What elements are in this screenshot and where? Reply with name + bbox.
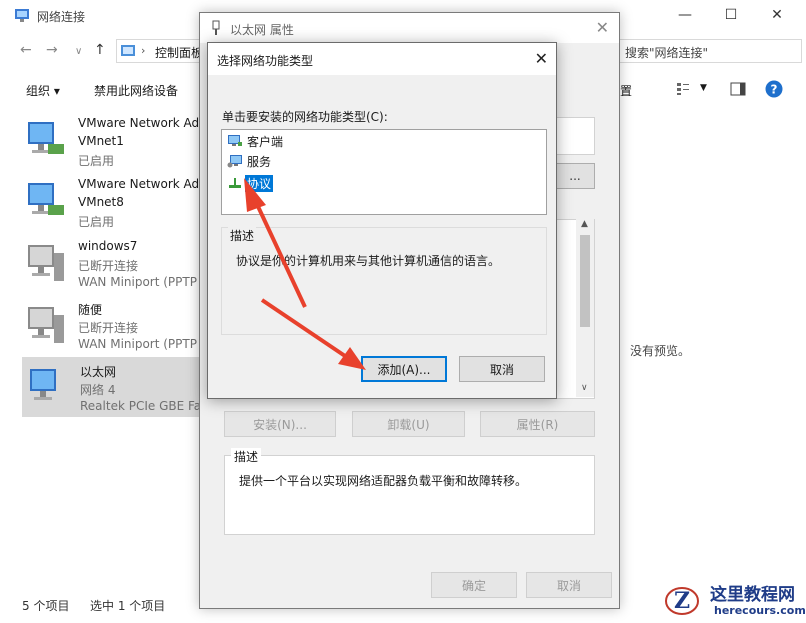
watermark-logo: Z [665,587,699,615]
arrow-to-add-button [260,298,366,370]
watermark: Z 这里教程网 herecours.com [658,577,806,623]
watermark-name: 这里教程网 [710,585,795,605]
annotation-arrows [244,178,366,370]
svg-text:Z: Z [674,588,690,614]
watermark-url: herecours.com [714,604,806,617]
arrow-to-protocol [244,178,307,308]
